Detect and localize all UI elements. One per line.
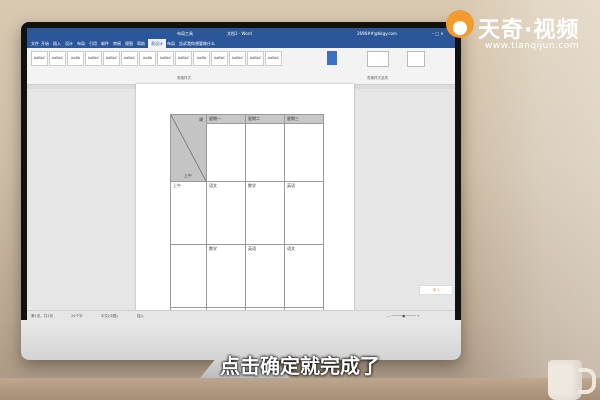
- status-words[interactable]: 20个字: [71, 314, 82, 319]
- tab-mailings[interactable]: 邮件: [101, 41, 109, 47]
- style-swatch[interactable]: AaBbC: [85, 51, 102, 66]
- window-controls[interactable]: – □ ✕: [432, 31, 444, 36]
- table-cell[interactable]: [245, 123, 285, 182]
- table-cell[interactable]: [206, 123, 246, 182]
- ribbon-tabs: 文件 开始 插入 设计 布局 引用 邮件 审阅 视图 帮助 表设计 布局 告诉我…: [27, 39, 455, 48]
- ime-indicator[interactable]: 中 ·): [419, 285, 453, 295]
- logo-url: www.tianqijun.com: [485, 41, 580, 51]
- document-page[interactable]: 课 上午 星期一 星期二 星期三 上午 语文 数学 英语 数学 英语 语文: [136, 84, 354, 320]
- table-cell[interactable]: 数学: [206, 244, 246, 308]
- status-bar: 第1页，共1页 20个字 中文(中国) 插入 — ─────●───── +: [27, 310, 455, 320]
- style-swatch[interactable]: AaBbC: [175, 51, 192, 66]
- tab-home[interactable]: 开始: [41, 41, 49, 47]
- tab-design[interactable]: 设计: [65, 41, 73, 47]
- shading-icon[interactable]: [327, 51, 337, 65]
- tab-review[interactable]: 审阅: [113, 41, 121, 47]
- header-cell[interactable]: 星期三: [284, 114, 324, 124]
- word-titlebar: 布局工具 文档1 - Word 2696##@bkgy.com – □ ✕: [27, 28, 455, 39]
- style-swatch[interactable]: AaBbC: [49, 51, 66, 66]
- style-swatch[interactable]: AaBbC: [211, 51, 228, 66]
- style-swatch[interactable]: AaBbC: [265, 51, 282, 66]
- logo-name: 天奇·视频: [478, 18, 580, 43]
- status-page[interactable]: 第1页，共1页: [31, 314, 53, 319]
- zoom-slider[interactable]: — ─────●───── +: [387, 314, 420, 318]
- header-cell[interactable]: 星期一: [206, 114, 246, 124]
- tab-help[interactable]: 帮助: [137, 41, 145, 47]
- tab-references[interactable]: 引用: [89, 41, 97, 47]
- titlebar-tool: 布局工具: [177, 31, 193, 36]
- style-swatch[interactable]: AaBbC: [157, 51, 174, 66]
- window-title: 文档1 - Word: [227, 31, 252, 36]
- status-mode[interactable]: 插入: [137, 314, 144, 319]
- tab-table-layout[interactable]: 布局: [167, 41, 175, 47]
- table-cell[interactable]: 语文: [206, 181, 246, 245]
- tab-view[interactable]: 视图: [125, 41, 133, 47]
- group-label-styles: 表格样式: [177, 76, 191, 80]
- tab-file[interactable]: 文件: [31, 41, 39, 47]
- style-swatch[interactable]: AaBbC: [103, 51, 120, 66]
- table-cell[interactable]: 数学: [245, 181, 285, 245]
- header-cell[interactable]: 星期二: [245, 114, 285, 124]
- diagonal-header-cell[interactable]: 课 上午: [170, 114, 207, 182]
- table-cell[interactable]: 上午: [170, 181, 207, 245]
- table-cell[interactable]: 英语: [245, 244, 285, 308]
- ribbon: AaBbC AaBbC AaBb AaBbC AaBbC AaBbC AaBb …: [27, 48, 455, 85]
- tab-table-design[interactable]: 表设计: [148, 39, 166, 48]
- diag-top-label: 课: [199, 117, 203, 122]
- watermark-logo: 天奇·视频 www.tianqijun.com: [446, 6, 596, 54]
- status-language[interactable]: 中文(中国): [101, 314, 118, 319]
- navigation-pane: [29, 90, 129, 308]
- desk: [0, 378, 600, 400]
- account-name[interactable]: 2696##@bkgy.com: [357, 31, 397, 36]
- style-swatch[interactable]: AaBb: [67, 51, 84, 66]
- style-swatch[interactable]: AaBbC: [247, 51, 264, 66]
- tab-insert[interactable]: 插入: [53, 41, 61, 47]
- table-cell[interactable]: 语文: [284, 244, 324, 308]
- group-label-options: 表格样式选项: [367, 76, 388, 80]
- diag-bottom-label: 上午: [184, 173, 192, 178]
- tab-layout[interactable]: 布局: [77, 41, 85, 47]
- table-cell[interactable]: [170, 244, 207, 308]
- logo-icon: [446, 10, 474, 38]
- table-cell[interactable]: [284, 123, 324, 182]
- table-cell[interactable]: 英语: [284, 181, 324, 245]
- style-swatch[interactable]: AaBb: [193, 51, 210, 66]
- screen: 布局工具 文档1 - Word 2696##@bkgy.com – □ ✕ 文件…: [27, 28, 455, 320]
- style-swatch[interactable]: AaBb: [139, 51, 156, 66]
- style-swatch[interactable]: AaBbC: [31, 51, 48, 66]
- video-subtitle: 点击确定就完成了: [220, 354, 380, 378]
- border-styles-icon[interactable]: [367, 51, 389, 67]
- borders-icon[interactable]: [407, 51, 425, 67]
- diagonal-line-icon: [171, 115, 206, 181]
- schedule-table[interactable]: 课 上午 星期一 星期二 星期三 上午 语文 数学 英语 数学 英语 语文: [170, 114, 324, 320]
- style-swatch[interactable]: AaBbC: [121, 51, 138, 66]
- style-swatch[interactable]: AaBbC: [229, 51, 246, 66]
- tell-me-box[interactable]: 告诉我你想要做什么: [179, 41, 215, 47]
- window-light: [460, 0, 600, 400]
